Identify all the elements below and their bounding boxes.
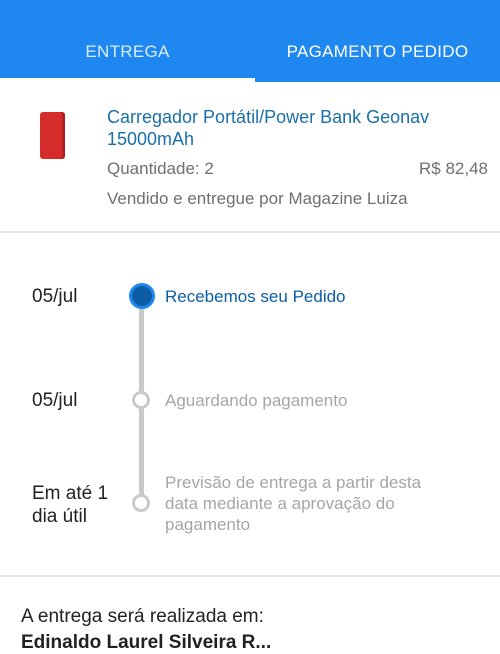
order-timeline: 05/jul Recebemos seu Pedido 05/jul Aguar… <box>0 233 500 575</box>
delivery-address: Edinaldo Laurel Silveira R... <box>21 632 272 653</box>
section-divider <box>0 575 500 577</box>
timeline-label-3: Previsão de entrega a partir desta data … <box>165 473 422 534</box>
product-seller: Vendido e entregue por Magazine Luiza <box>107 189 408 208</box>
product-name-link[interactable]: Carregador Portátil/Power Bank Geonav 15… <box>107 106 477 150</box>
timeline-dot-pending <box>132 391 150 409</box>
timeline-date-1: 05/jul <box>32 286 78 307</box>
timeline-label-1: Recebemos seu Pedido <box>165 287 346 306</box>
timeline-date-2: 05/jul <box>32 390 78 411</box>
delivery-title: A entrega será realizada em: <box>21 606 264 627</box>
timeline-dot-active <box>129 283 155 309</box>
tab-bar: ENTREGA PAGAMENTO PEDIDO <box>0 0 500 82</box>
timeline-dot-pending <box>132 494 150 512</box>
product-price: R$ 82,48 <box>419 159 488 178</box>
tab-entrega[interactable]: ENTREGA <box>0 0 255 82</box>
tab-pagamento-pedido[interactable]: PAGAMENTO PEDIDO <box>255 0 500 82</box>
timeline-date-3: Em até 1 dia útil <box>32 483 109 527</box>
power-bank-image <box>40 112 65 159</box>
product-card: Carregador Portátil/Power Bank Geonav 15… <box>0 82 500 233</box>
product-quantity: Quantidade: 2 <box>107 159 214 178</box>
timeline-label-2: Aguardando pagamento <box>165 391 348 410</box>
